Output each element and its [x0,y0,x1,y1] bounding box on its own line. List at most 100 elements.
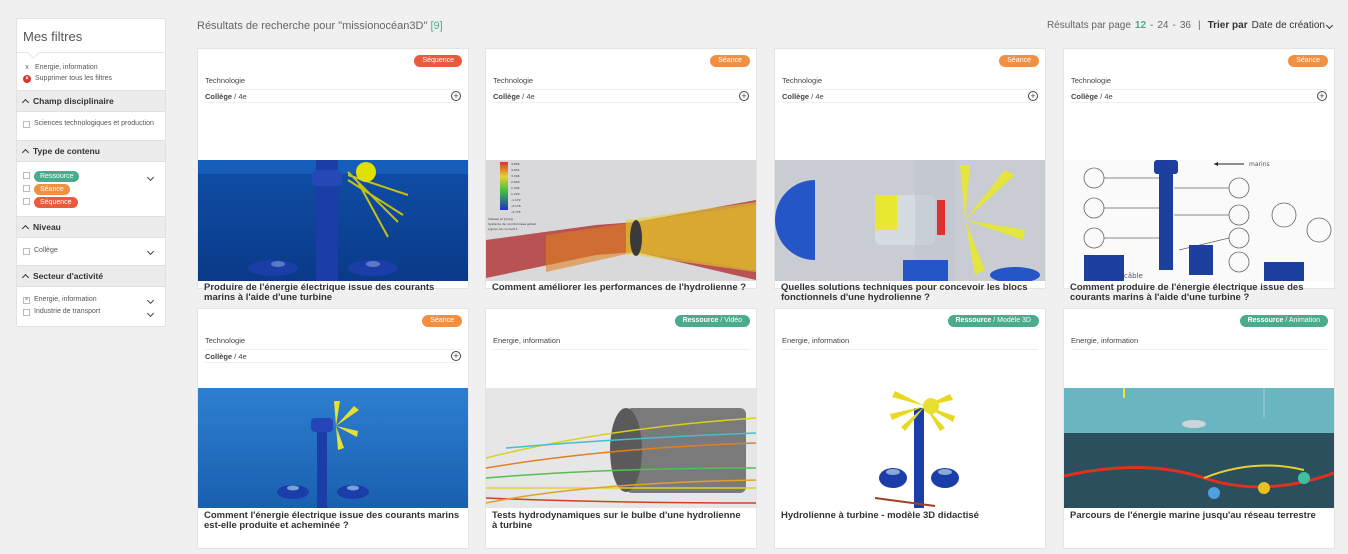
checkbox[interactable] [23,309,30,316]
checkbox[interactable] [23,172,30,179]
results-heading: Résultats de recherche pour "missionocéa… [197,20,443,32]
card-thumbnail[interactable] [775,160,1045,281]
card-thumbnail[interactable] [1064,388,1334,508]
card-subject: Energie, information [782,336,850,345]
section-body-type: Ressource Séance Séquence [17,162,165,216]
clear-circle-icon[interactable]: × [23,74,31,83]
card-level: Collège / 4e + [493,89,749,103]
filter-sidebar: Mes filtres x Energie, information × Sup… [16,18,166,327]
card-title[interactable]: Quelles solutions techniques pour concev… [781,283,1037,303]
result-card[interactable]: Séance Technologie Collège / 4e + marins… [1063,48,1335,303]
level-main: Collège [782,91,810,101]
filter-option-sequence[interactable]: Séquence [23,197,159,209]
card-thumbnail[interactable] [486,388,756,508]
add-circle-icon[interactable]: + [1317,91,1327,101]
checkbox[interactable] [23,121,30,128]
card-thumbnail[interactable]: 4.656 4.051 3.346 2.640 1.934 1.229 -1.1… [486,160,756,281]
svg-text:marins: marins [1249,161,1270,168]
filter-option-seance[interactable]: Séance [23,184,159,196]
card-title[interactable]: Tests hydrodynamiques sur le bulbe d'une… [492,511,748,531]
per-page-option-12[interactable]: 12 [1135,20,1146,31]
card-title[interactable]: Comment améliorer les performances de l'… [492,283,748,293]
checkbox-checked[interactable]: × [23,297,30,304]
card-thumbnail[interactable]: marins câble [1064,160,1334,281]
sort-value: Date de création [1251,20,1325,31]
card-title[interactable]: Comment produire de l'énergie électrique… [1070,283,1326,303]
card-title[interactable]: Comment l'énergie électrique issue des c… [204,511,460,531]
checkbox[interactable] [23,185,30,192]
level-sub: 4e [238,91,247,101]
result-card[interactable]: Séance Technologie Collège / 4e + Commen… [197,308,469,549]
checkbox[interactable] [23,198,30,205]
card-thumbnail[interactable] [198,160,468,281]
active-filter-label: Energie, information [35,64,98,71]
option-label: Energie, information [34,296,97,303]
add-circle-icon[interactable]: + [739,91,749,101]
pagination-sort-bar: Résultats par page 12 - 24 - 36 | Trier … [1047,20,1334,31]
add-circle-icon[interactable]: + [451,351,461,361]
type-badge: Séance [422,315,462,327]
card-thumbnail[interactable] [775,388,1045,508]
type-badge: Ressource / Vidéo [674,315,750,327]
per-page-option-24[interactable]: 24 [1157,20,1168,31]
filter-option-transport[interactable]: Industrie de transport [23,308,159,320]
svg-text:-4.735: -4.735 [511,210,521,214]
result-card[interactable]: Ressource / Vidéo Energie, information T… [485,308,757,549]
section-type-contenu[interactable]: Type de contenu [17,140,165,162]
result-card[interactable]: Ressource / Animation Energie, informati… [1063,308,1335,549]
filter-option-ressource[interactable]: Ressource [23,171,159,183]
svg-text:4.656: 4.656 [511,162,520,166]
level-sub: 4e [526,91,535,101]
chevron-up-icon [21,98,30,107]
card-thumbnail[interactable] [198,388,468,508]
filter-option-sciences[interactable]: Sciences technologiques et production [23,120,159,132]
section-champ-disciplinaire[interactable]: Champ disciplinaire [17,90,165,112]
section-niveau[interactable]: Niveau [17,216,165,238]
turbine-3d-model-image [775,388,1045,508]
badge-type: Ressource [1247,317,1284,324]
level-main: Collège [493,91,521,101]
card-title[interactable]: Parcours de l'énergie marine jusqu'au ré… [1070,511,1326,521]
result-card[interactable]: Séquence Technologie Collège / 4e + Prod… [197,48,469,303]
active-filters: x Energie, information × Supprimer tous … [17,53,165,90]
clear-all-filters[interactable]: × Supprimer tous les filtres [23,73,159,84]
turbine-diagram-image: marins câble [1064,160,1334,281]
level-main: Collège [205,351,233,361]
underwater-turbine-image [198,160,468,281]
card-subject: Technologie [205,336,246,345]
type-badge: Ressource / Modèle 3D [947,315,1039,327]
svg-text:1.934: 1.934 [511,186,520,190]
chevron-up-icon [21,148,30,157]
level-sub: 4e [238,351,247,361]
option-pill: Ressource [34,171,80,182]
per-page-option-36[interactable]: 36 [1180,20,1191,31]
clear-all-label: Supprimer tous les filtres [35,75,113,82]
section-secteur-activite[interactable]: Secteur d'activité [17,265,165,287]
svg-text:1.229: 1.229 [511,192,520,196]
x-icon[interactable]: x [23,64,31,71]
filter-option-college[interactable]: Collège [23,247,159,259]
card-title[interactable]: Produire de l'énergie électrique issue d… [204,283,460,303]
active-filter-energie[interactable]: x Energie, information [23,62,159,73]
option-pill: Séance [34,184,70,195]
result-card[interactable]: Ressource / Modèle 3D Energie, informati… [774,308,1046,549]
filter-option-energie[interactable]: × Energie, information [23,296,159,308]
add-circle-icon[interactable]: + [1028,91,1038,101]
add-circle-icon[interactable]: + [451,91,461,101]
badge-sub: Vidéo [724,317,742,324]
section-body-secteur: × Energie, information Industrie de tran… [17,287,165,326]
result-card[interactable]: Séance Technologie Collège / 4e + 4.656 … [485,48,757,293]
checkbox[interactable] [23,248,30,255]
svg-text:-2.176: -2.176 [511,204,521,208]
results-count: [9] [430,20,443,32]
svg-text:-1.172: -1.172 [511,198,521,202]
result-card[interactable]: Séance Technologie Collège / 4e + Quelle… [774,48,1046,303]
card-title[interactable]: Hydrolienne à turbine - modèle 3D didact… [781,511,1037,521]
level-sub: 4e [1104,91,1113,101]
card-level: Collège / 4e + [782,89,1038,103]
card-subject: Technologie [1071,76,1112,85]
card-subject: Technologie [205,76,246,85]
section-title: Type de contenu [33,146,100,156]
sort-select[interactable]: Date de création [1251,20,1334,31]
card-subject: Technologie [782,76,823,85]
